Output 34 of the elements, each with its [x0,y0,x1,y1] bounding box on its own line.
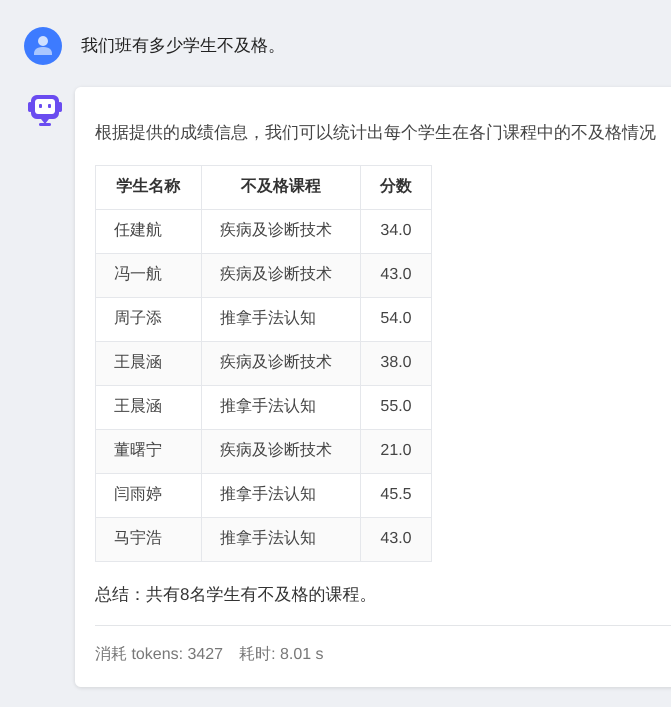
user-message: 我们班有多少学生不及格。 [81,35,285,58]
user-avatar-icon [24,27,62,65]
table-cell: 推拿手法认知 [202,517,360,561]
table-cell: 疾病及诊断技术 [202,209,360,253]
table-cell: 推拿手法认知 [202,473,360,517]
table-cell: 21.0 [360,429,432,473]
column-header: 分数 [360,165,432,209]
table-cell: 43.0 [360,517,432,561]
robot-icon [27,94,63,128]
table-cell: 疾病及诊断技术 [202,253,360,297]
usage-stat: 耗时: 8.01 s [239,644,324,665]
table-cell: 45.5 [360,473,432,517]
table-cell: 疾病及诊断技术 [202,341,360,385]
table-cell: 闫雨婷 [96,473,202,517]
table-cell: 王晨涵 [96,385,202,429]
table-cell: 43.0 [360,253,432,297]
answer-text: 根据提供的成绩信息，我们可以统计出每个学生在各门课程中的不及格情况 [95,122,657,144]
table-cell: 冯一航 [96,253,202,297]
table-cell: 任建航 [96,209,202,253]
summary-text: 总结：共有8名学生有不及格的课程。 [95,584,378,606]
table-cell: 推拿手法认知 [202,297,360,341]
table-cell: 推拿手法认知 [202,385,360,429]
table-cell: 38.0 [360,341,432,385]
column-header: 学生名称 [96,165,202,209]
table-cell: 34.0 [360,209,432,253]
table-cell: 55.0 [360,385,432,429]
usage-stat: 消耗 tokens: 3427 [95,644,224,665]
table-cell: 疾病及诊断技术 [202,429,360,473]
table-cell: 54.0 [360,297,432,341]
table-cell: 周子添 [96,297,202,341]
table-cell: 王晨涵 [96,341,202,385]
column-header: 不及格课程 [202,165,360,209]
table-cell: 马宇浩 [96,517,202,561]
table-cell: 董曙宁 [96,429,202,473]
